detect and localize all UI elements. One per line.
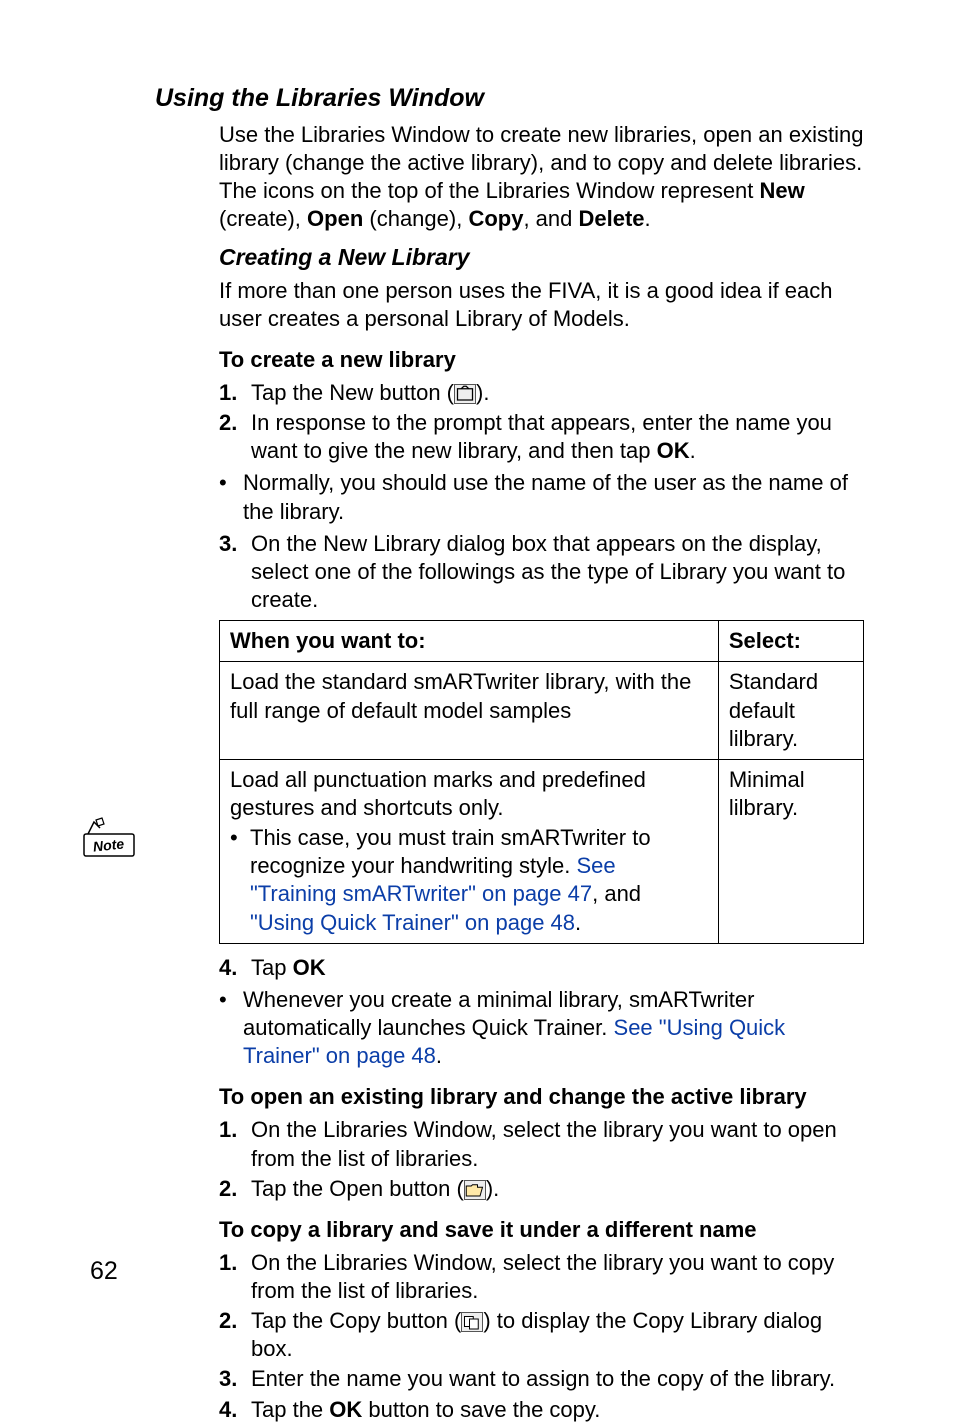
- note-icon: Note: [80, 816, 144, 862]
- table-header-when: When you want to:: [220, 621, 719, 662]
- step-number: 1.: [219, 1116, 241, 1172]
- step2-text-c: .: [690, 438, 696, 463]
- copy-steps: 1. On the Libraries Window, select the l…: [219, 1249, 864, 1424]
- step-number: 4.: [219, 954, 241, 982]
- open-step-2: 2. Tap the Open button ().: [219, 1175, 864, 1203]
- intro-bold-new: New: [760, 178, 805, 203]
- intro-bold-open: Open: [307, 206, 363, 231]
- copy-step4-ok: OK: [329, 1397, 362, 1422]
- copy-step-4: 4. Tap the OK button to save the copy.: [219, 1396, 864, 1424]
- table-row: Load all punctuation marks and predefine…: [220, 759, 864, 943]
- cell-standard-desc: Load the standard smARTwriter library, w…: [220, 662, 719, 759]
- step-1: 1. Tap the New button ().: [219, 379, 864, 407]
- step-number: 4.: [219, 1396, 241, 1424]
- page-number: 62: [90, 1257, 118, 1286]
- step-text: Tap the OK button to save the copy.: [251, 1396, 864, 1424]
- bullet-list-1: Normally, you should use the name of the…: [219, 469, 864, 525]
- heading-using-libraries: Using the Libraries Window: [155, 84, 864, 113]
- heading-creating-new-library: Creating a New Library: [219, 244, 864, 271]
- step-text: On the Libraries Window, select the libr…: [251, 1249, 864, 1305]
- heading-to-copy: To copy a library and save it under a di…: [219, 1217, 864, 1243]
- step-text: Tap the Open button ().: [251, 1175, 864, 1203]
- step-text: Tap the New button ().: [251, 379, 864, 407]
- link-quick-trainer-48a[interactable]: "Using Quick Trainer" on page 48: [250, 910, 575, 935]
- step-text: Enter the name you want to assign to the…: [251, 1365, 864, 1393]
- step-number: 1.: [219, 1249, 241, 1305]
- step-4: 4. Tap OK: [219, 954, 864, 982]
- open-step2-a: Tap the Open button (: [251, 1176, 464, 1201]
- cell-minimal-line1: Load all punctuation marks and predefine…: [230, 766, 708, 822]
- step-2: 2. In response to the prompt that appear…: [219, 409, 864, 465]
- copy-icon: [461, 1312, 483, 1332]
- intro-text-e: .: [645, 206, 651, 231]
- step2-text-a: In response to the prompt that appears, …: [251, 410, 832, 463]
- svg-text:Note: Note: [92, 835, 125, 854]
- minimal-end: .: [575, 910, 581, 935]
- create-step-4: 4. Tap OK: [219, 954, 864, 982]
- step1-text-a: Tap the New button (: [251, 380, 454, 405]
- step-number: 2.: [219, 409, 241, 465]
- step-text: On the Libraries Window, select the libr…: [251, 1116, 864, 1172]
- cell-minimal-desc: Load all punctuation marks and predefine…: [220, 759, 719, 943]
- library-type-table: When you want to: Select: Load the stand…: [219, 620, 864, 944]
- heading-to-create: To create a new library: [219, 347, 864, 373]
- intro-bold-copy: Copy: [468, 206, 523, 231]
- cell-minimal-select: Minimal lilbrary.: [718, 759, 863, 943]
- bullet-text: Whenever you create a minimal library, s…: [243, 986, 864, 1070]
- copy-step4-a: Tap the: [251, 1397, 329, 1422]
- table-row: Load the standard smARTwriter library, w…: [220, 662, 864, 759]
- copy-step4-c: button to save the copy.: [362, 1397, 600, 1422]
- intro-paragraph: Use the Libraries Window to create new l…: [219, 121, 864, 234]
- cell-minimal-bullet: This case, you must train smARTwriter to…: [230, 824, 708, 937]
- step-number: 3.: [219, 530, 241, 614]
- new-icon: [454, 384, 476, 404]
- bullet-name-of-user: Normally, you should use the name of the…: [219, 469, 864, 525]
- bullet-quick-trainer: Whenever you create a minimal library, s…: [219, 986, 864, 1070]
- open-step-1: 1. On the Libraries Window, select the l…: [219, 1116, 864, 1172]
- paragraph-fiva: If more than one person uses the FIVA, i…: [219, 277, 864, 333]
- bullet2-b: .: [436, 1043, 442, 1068]
- cell-minimal-bullet-text: This case, you must train smARTwriter to…: [250, 824, 708, 937]
- step-number: 3.: [219, 1365, 241, 1393]
- step-number: 2.: [219, 1307, 241, 1363]
- page: Using the Libraries Window Use the Libra…: [0, 0, 954, 1352]
- intro-text-b: (create),: [219, 206, 307, 231]
- create-step-3: 3. On the New Library dialog box that ap…: [219, 530, 864, 614]
- bullet-text: Normally, you should use the name of the…: [243, 469, 864, 525]
- intro-bold-delete: Delete: [578, 206, 644, 231]
- heading-to-open: To open an existing library and change t…: [219, 1084, 864, 1110]
- intro-text-c: (change),: [363, 206, 468, 231]
- cell-standard-select: Standard default lilbrary.: [718, 662, 863, 759]
- copy-step-3: 3. Enter the name you want to assign to …: [219, 1365, 864, 1393]
- open-step2-b: ).: [486, 1176, 499, 1201]
- table-header-select: Select:: [718, 621, 863, 662]
- intro-text-d: , and: [523, 206, 578, 231]
- step-number: 2.: [219, 1175, 241, 1203]
- content-block: Using the Libraries Window Use the Libra…: [155, 84, 864, 1424]
- step-number: 1.: [219, 379, 241, 407]
- step1-text-b: ).: [476, 380, 489, 405]
- table-header-row: When you want to: Select:: [220, 621, 864, 662]
- step-text: On the New Library dialog box that appea…: [251, 530, 864, 614]
- copy-step-2: 2. Tap the Copy button () to display the…: [219, 1307, 864, 1363]
- step-3: 3. On the New Library dialog box that ap…: [219, 530, 864, 614]
- step4-ok: OK: [293, 955, 326, 980]
- step2-ok: OK: [657, 438, 690, 463]
- minimal-mid: , and: [592, 881, 641, 906]
- copy-step-1: 1. On the Libraries Window, select the l…: [219, 1249, 864, 1305]
- create-steps-1-2: 1. Tap the New button (). 2. In response…: [219, 379, 864, 465]
- bullet-list-2: Whenever you create a minimal library, s…: [219, 986, 864, 1070]
- step-text: Tap the Copy button () to display the Co…: [251, 1307, 864, 1363]
- section-body: Use the Libraries Window to create new l…: [219, 121, 864, 1424]
- copy-step2-a: Tap the Copy button (: [251, 1308, 461, 1333]
- step-text: In response to the prompt that appears, …: [251, 409, 864, 465]
- step4-text-a: Tap: [251, 955, 293, 980]
- open-steps: 1. On the Libraries Window, select the l…: [219, 1116, 864, 1202]
- open-icon: [464, 1180, 486, 1200]
- step-text: Tap OK: [251, 954, 864, 982]
